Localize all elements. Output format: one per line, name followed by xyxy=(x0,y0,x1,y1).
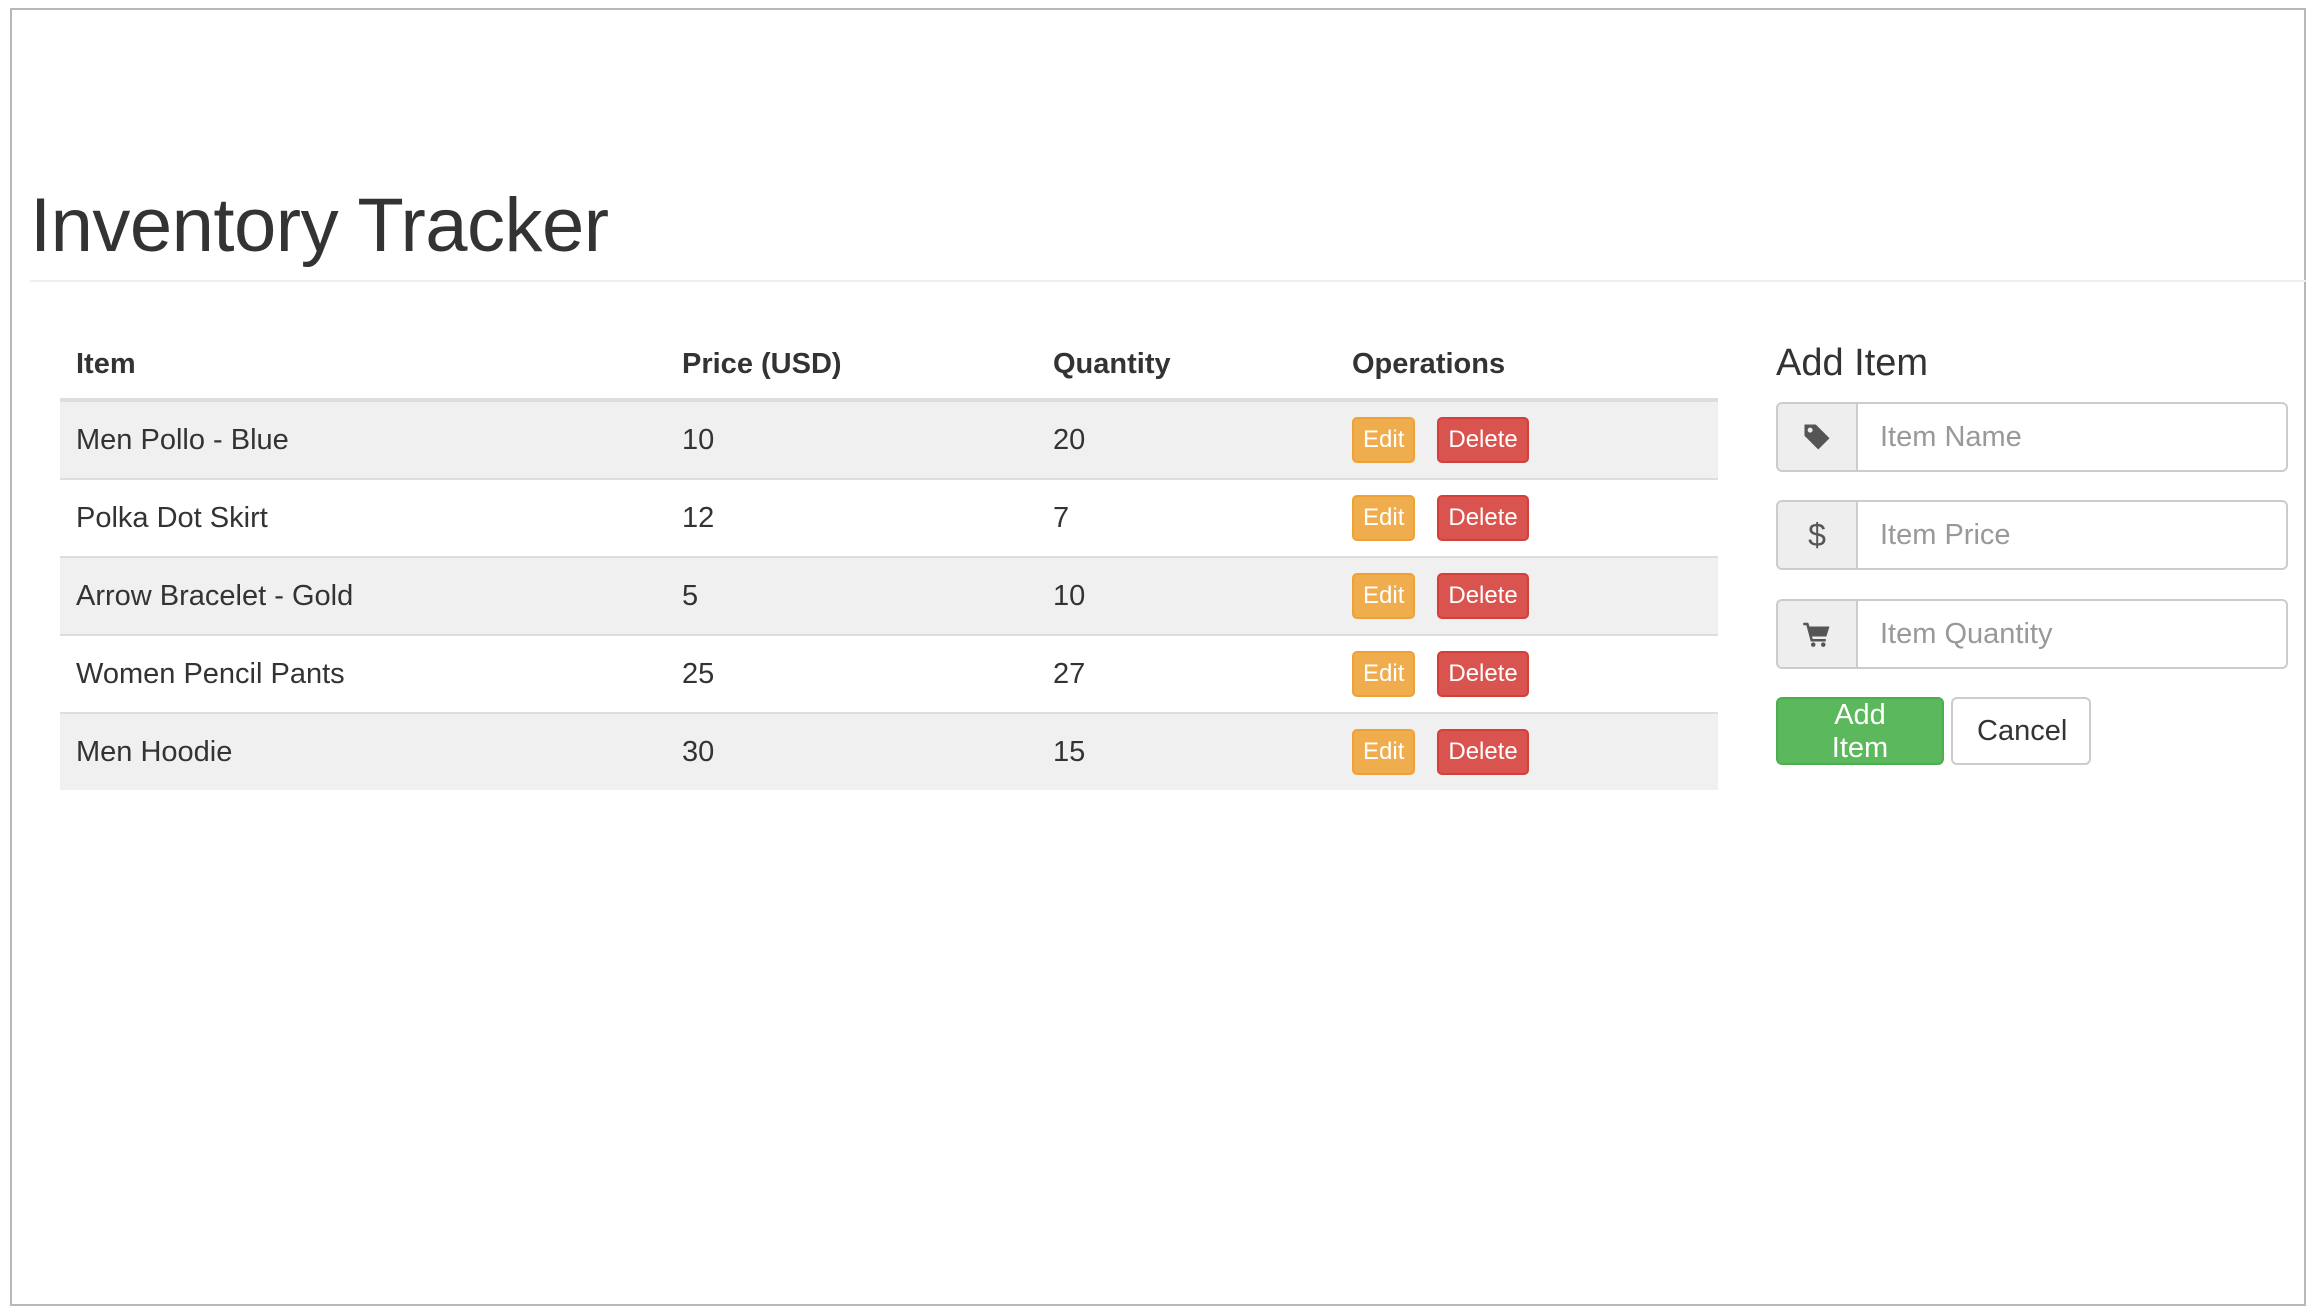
item-name-cell: Men Hoodie xyxy=(60,713,666,790)
item-price-cell: 25 xyxy=(666,635,1037,714)
tag-icon xyxy=(1776,402,1856,472)
edit-button[interactable]: Edit xyxy=(1352,417,1416,463)
edit-button[interactable]: Edit xyxy=(1352,495,1416,541)
item-price-cell: 12 xyxy=(666,479,1037,558)
item-price-cell: 10 xyxy=(666,400,1037,480)
edit-button[interactable]: Edit xyxy=(1352,573,1416,619)
add-item-button[interactable]: Add Item xyxy=(1776,697,1944,765)
table-row: Polka Dot Skirt 12 7 Edit Delete xyxy=(60,479,1718,558)
item-quantity-cell: 27 xyxy=(1037,635,1336,714)
edit-button[interactable]: Edit xyxy=(1352,651,1416,697)
item-price-input[interactable] xyxy=(1856,500,2288,570)
item-price-cell: 5 xyxy=(666,557,1037,636)
dollar-icon: $ xyxy=(1776,500,1856,570)
delete-button[interactable]: Delete xyxy=(1437,651,1529,697)
item-price-cell: 30 xyxy=(666,713,1037,790)
operations-cell: Edit Delete xyxy=(1336,713,1718,790)
item-name-cell: Women Pencil Pants xyxy=(60,635,666,714)
table-header-row: Item Price (USD) Quantity Operations xyxy=(60,330,1718,402)
item-quantity-cell: 20 xyxy=(1037,400,1336,480)
delete-button[interactable]: Delete xyxy=(1437,729,1529,775)
delete-button[interactable]: Delete xyxy=(1437,495,1529,541)
column-header-price: Price (USD) xyxy=(666,330,1037,402)
column-header-operations: Operations xyxy=(1336,330,1718,402)
table-row: Arrow Bracelet - Gold 5 10 Edit Delete xyxy=(60,557,1718,636)
item-quantity-cell: 15 xyxy=(1037,713,1336,790)
edit-button[interactable]: Edit xyxy=(1352,729,1416,775)
item-name-cell: Polka Dot Skirt xyxy=(60,479,666,558)
item-name-cell: Men Pollo - Blue xyxy=(60,400,666,480)
item-name-group xyxy=(1776,402,2288,472)
column-header-quantity: Quantity xyxy=(1037,330,1336,402)
shopping-cart-icon xyxy=(1776,599,1856,669)
shopping-cart-icon-graphic xyxy=(1803,622,1830,647)
item-name-cell: Arrow Bracelet - Gold xyxy=(60,557,666,636)
title-divider xyxy=(30,280,2306,282)
item-quantity-input[interactable] xyxy=(1856,599,2288,669)
item-quantity-cell: 10 xyxy=(1037,557,1336,636)
operations-cell: Edit Delete xyxy=(1336,400,1718,480)
page-title: Inventory Tracker xyxy=(30,183,609,268)
operations-cell: Edit Delete xyxy=(1336,479,1718,558)
item-quantity-cell: 7 xyxy=(1037,479,1336,558)
add-item-heading: Add Item xyxy=(1776,342,1929,384)
tag-icon-graphic xyxy=(1804,424,1830,450)
operations-cell: Edit Delete xyxy=(1336,557,1718,636)
table-row: Women Pencil Pants 25 27 Edit Delete xyxy=(60,635,1718,714)
item-quantity-group xyxy=(1776,599,2288,669)
item-name-input[interactable] xyxy=(1856,402,2288,472)
column-header-item: Item xyxy=(60,330,666,402)
table-row: Men Pollo - Blue 10 20 Edit Delete xyxy=(60,400,1718,480)
delete-button[interactable]: Delete xyxy=(1437,417,1529,463)
delete-button[interactable]: Delete xyxy=(1437,573,1529,619)
item-price-group: $ xyxy=(1776,500,2288,570)
inventory-table: Item Price (USD) Quantity Operations Men… xyxy=(60,330,1718,790)
operations-cell: Edit Delete xyxy=(1336,635,1718,714)
table-row: Men Hoodie 30 15 Edit Delete xyxy=(60,713,1718,790)
cancel-button[interactable]: Cancel xyxy=(1951,697,2091,765)
